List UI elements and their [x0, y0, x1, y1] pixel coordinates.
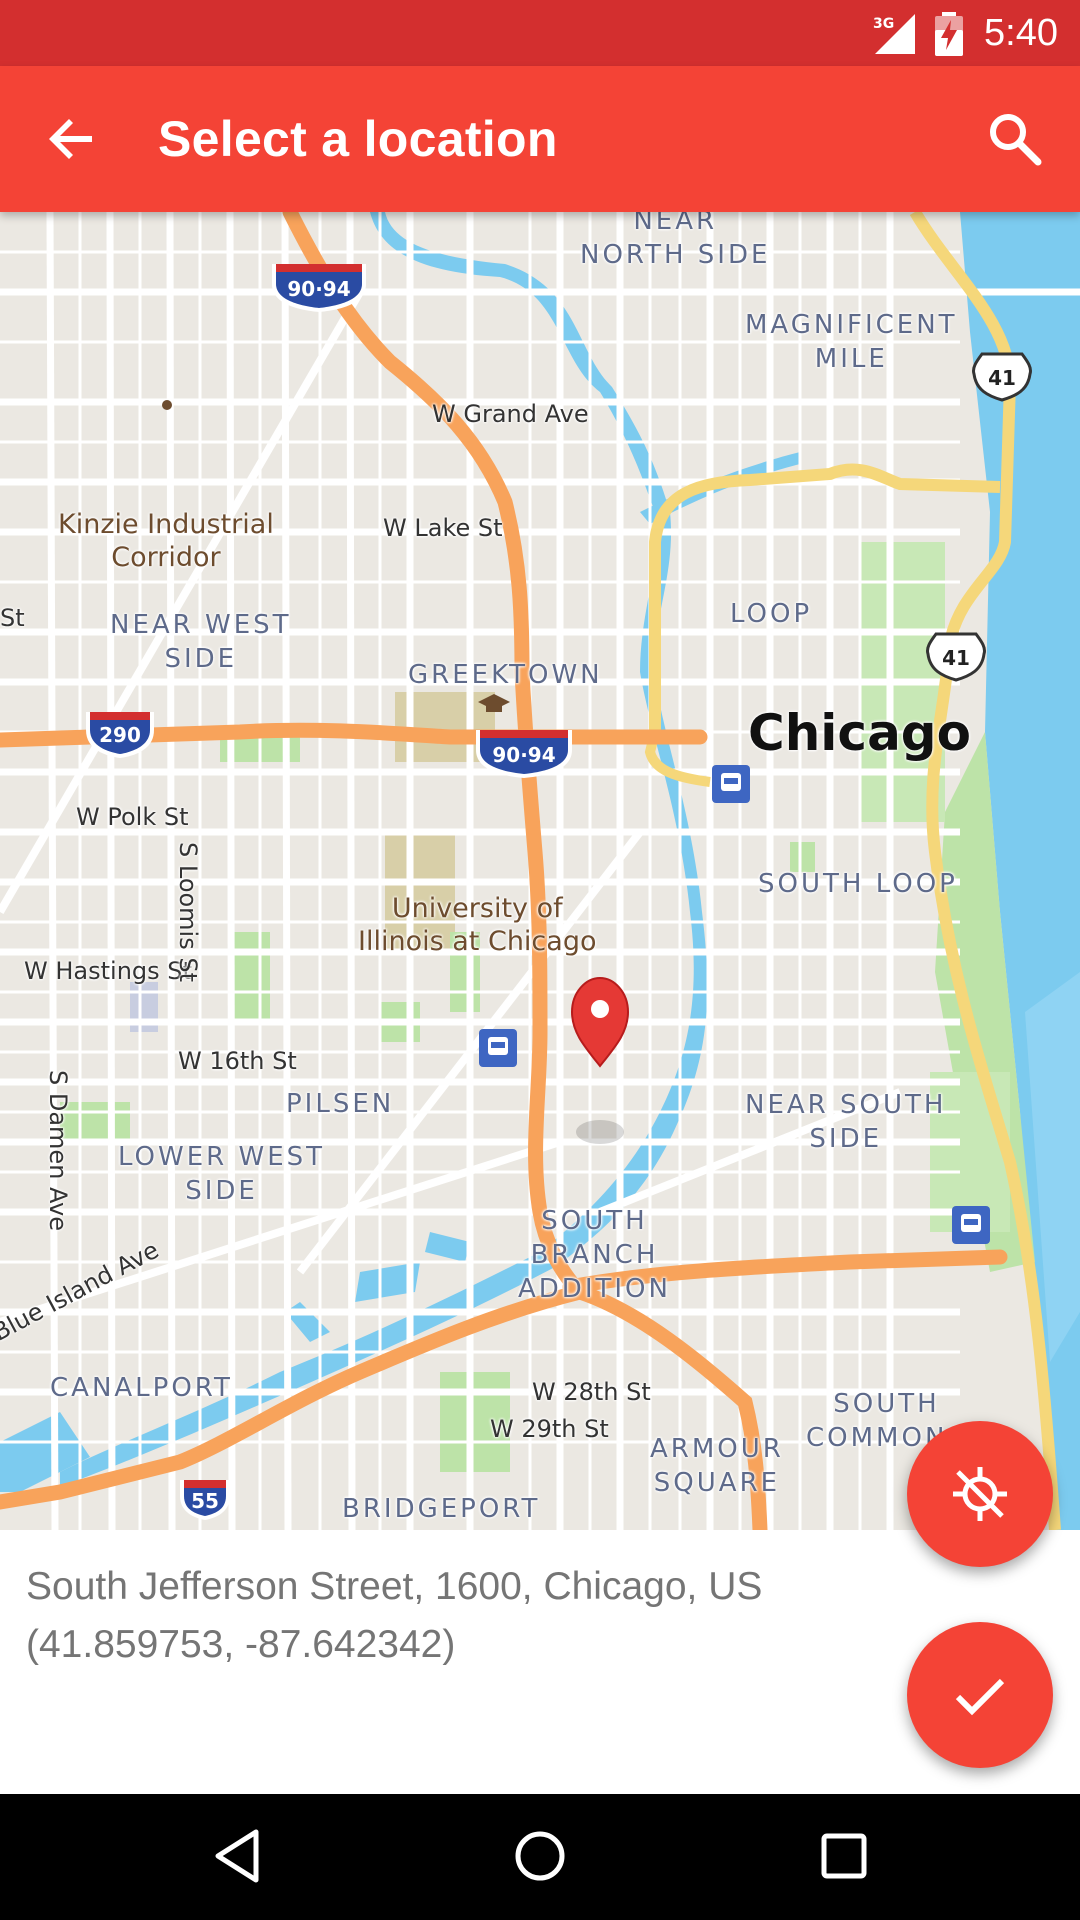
- neighborhood-label: NEAR NORTH SIDE: [580, 212, 771, 270]
- coordinates-line: (41.859753, -87.642342): [26, 1623, 456, 1666]
- system-nav-bar: [0, 1794, 1080, 1920]
- my-location-button[interactable]: [907, 1421, 1053, 1567]
- transit-icon[interactable]: [479, 1029, 517, 1067]
- neighborhood-label: MAGNIFICENT MILE: [745, 310, 958, 374]
- transit-icon[interactable]: [952, 1206, 990, 1244]
- street-label: W Lake St: [383, 514, 503, 542]
- neighborhood-label: ARMOUR SQUARE: [650, 1434, 784, 1498]
- poi-label: Kinzie Industrial Corridor: [58, 509, 274, 573]
- street-label: W Hastings St: [24, 957, 192, 985]
- street-label: S Damen Ave: [44, 1070, 72, 1232]
- network-type: 3G: [873, 16, 894, 32]
- neighborhood-label: BRIDGEPORT: [342, 1494, 541, 1524]
- neighborhood-label: GREEKTOWN: [408, 660, 603, 690]
- neighborhood-label: LOWER WEST SIDE: [118, 1142, 326, 1206]
- street-label: W Polk St: [76, 803, 189, 831]
- i55-shield-label: 55: [191, 1489, 219, 1513]
- street-label: S Loomis St: [174, 842, 202, 983]
- app-bar: Select a location: [0, 66, 1080, 212]
- city-label: Chicago: [748, 704, 971, 762]
- us41-shield-label: 41: [942, 646, 970, 670]
- page-title: Select a location: [158, 111, 558, 167]
- i90-94-shield-label: 90·94: [492, 743, 555, 767]
- status-bar: 3G 5:40: [0, 0, 1080, 66]
- neighborhood-label: NEAR SOUTH SIDE: [745, 1090, 947, 1154]
- neighborhood-label: CANALPORT: [50, 1373, 233, 1403]
- i90-94-shield-label: 90·94: [287, 277, 350, 301]
- clock: 5:40: [984, 12, 1058, 54]
- address-line: South Jefferson Street, 1600, Chicago, U…: [26, 1565, 763, 1608]
- street-label: St: [0, 604, 25, 632]
- map-view[interactable]: 90·94 90·94 290 55 41 41 NEAR NORTH SIDE…: [0, 212, 1080, 1530]
- battery-charging-icon: [935, 12, 963, 56]
- recents-square-icon[interactable]: [814, 1826, 874, 1886]
- neighborhood-label: LOOP: [730, 599, 813, 629]
- street-label: W 29th St: [490, 1415, 609, 1443]
- search-icon[interactable]: [984, 108, 1046, 170]
- neighborhood-label: NEAR WEST SIDE: [110, 610, 292, 674]
- arrow-back-icon[interactable]: [44, 111, 100, 167]
- location-disabled-icon: [953, 1467, 1007, 1521]
- home-circle-icon[interactable]: [510, 1826, 570, 1886]
- signal-icon: 3G: [873, 14, 915, 54]
- street-label: W Grand Ave: [432, 400, 589, 428]
- check-icon: [955, 1678, 1005, 1716]
- back-triangle-icon[interactable]: [208, 1826, 268, 1886]
- neighborhood-label: PILSEN: [286, 1089, 395, 1119]
- street-label: W 16th St: [178, 1047, 297, 1075]
- address-text: South Jefferson Street, 1600, Chicago, U…: [26, 1558, 762, 1674]
- neighborhood-label: SOUTH LOOP: [758, 869, 958, 899]
- transit-icon[interactable]: [712, 765, 750, 803]
- us41-shield-label: 41: [988, 366, 1016, 390]
- confirm-location-button[interactable]: [907, 1622, 1053, 1768]
- neighborhood-label: SOUTH BRANCH ADDITION: [518, 1206, 671, 1304]
- street-label: W 28th St: [532, 1378, 651, 1406]
- poi-label: University of Illinois at Chicago: [358, 893, 597, 957]
- i290-shield-label: 290: [99, 723, 141, 747]
